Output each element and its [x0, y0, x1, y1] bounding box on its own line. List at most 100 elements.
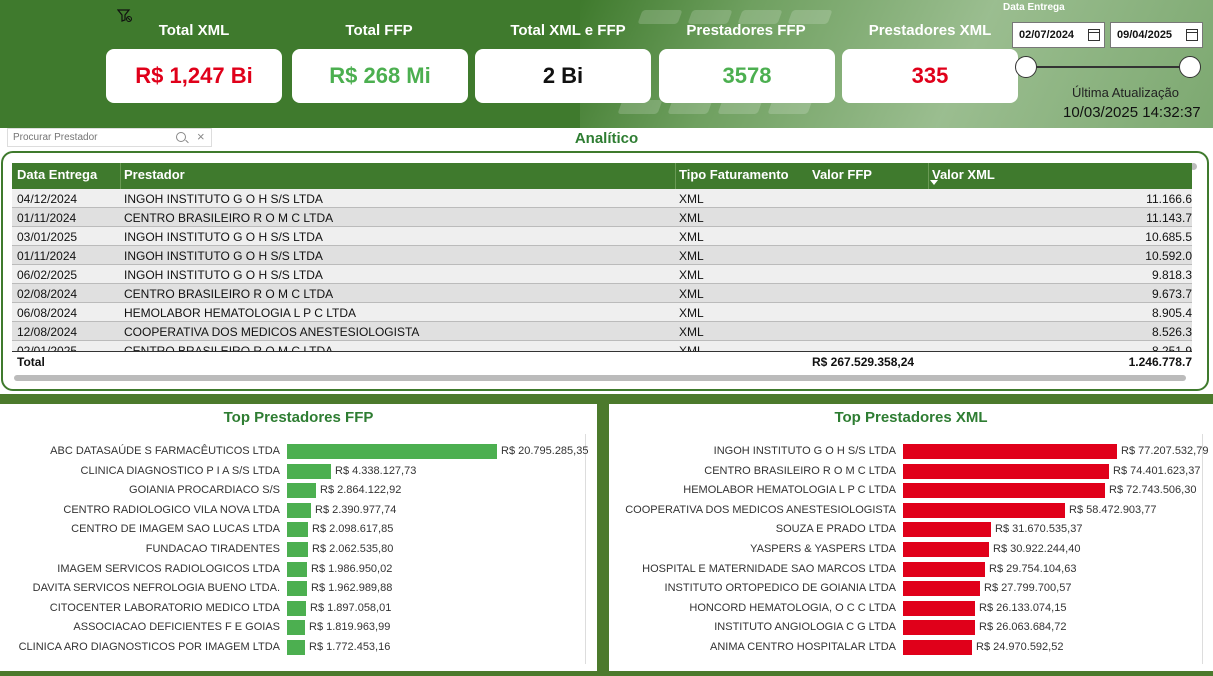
calendar-icon[interactable] [1088, 29, 1100, 41]
column-header-tipo-faturamento[interactable]: Tipo Faturamento [679, 167, 789, 182]
column-header-data-entrega[interactable]: Data Entrega [17, 167, 97, 182]
cell-prestador: INGOH INSTITUTO G O H S/S LTDA [124, 249, 323, 263]
bar-value-label: R$ 2.864.122,92 [320, 484, 402, 496]
bar-label: HONCORD HEMATOLOGIA, O C C LTDA [689, 602, 896, 614]
bar[interactable] [903, 483, 1105, 498]
search-icon[interactable] [176, 132, 186, 142]
top-prestadores-xml-chart: Top Prestadores XML INGOH INSTITUTO G O … [609, 404, 1213, 671]
bar-label: ASSOCIACAO DEFICIENTES F E GOIAS [73, 621, 280, 633]
cell-valor-xml: 8.526.3 [1151, 325, 1192, 339]
top-prestadores-ffp-chart: Top Prestadores FFP ABC DATASAÚDE S FARM… [0, 404, 597, 671]
bar[interactable] [903, 444, 1117, 459]
cell-prestador: INGOH INSTITUTO G O H S/S LTDA [124, 192, 323, 206]
table-row[interactable]: 12/08/2024 COOPERATIVA DOS MEDICOS ANESTE… [12, 322, 1192, 341]
bar[interactable] [287, 620, 305, 635]
table-row[interactable]: 06/02/2025 INGOH INSTITUTO G O H S/S LTDA… [12, 265, 1192, 284]
table-row[interactable]: 02/01/2025 CENTRO BRASILEIRO R O M C LTDA… [12, 341, 1192, 351]
kpi-prestadores-ffp-card: 3578 [659, 49, 835, 103]
bar[interactable] [287, 483, 316, 498]
cell-tipo-faturamento: XML [679, 344, 704, 351]
bar[interactable] [903, 542, 989, 557]
start-date-input[interactable]: 02/07/2024 [1012, 22, 1105, 48]
bar[interactable] [903, 464, 1109, 479]
search-input[interactable] [13, 132, 173, 143]
table-row[interactable]: 01/11/2024 INGOH INSTITUTO G O H S/S LTDA… [12, 246, 1192, 265]
cell-data-entrega: 04/12/2024 [17, 192, 78, 206]
last-update-label: Última Atualização [1072, 85, 1179, 100]
bar[interactable] [287, 562, 307, 577]
bar-value-label: R$ 1.962.989,88 [311, 582, 393, 594]
cell-data-entrega: 02/01/2025 [17, 344, 78, 351]
ffp-chart-title: Top Prestadores FFP [223, 409, 374, 426]
cell-valor-xml: 9.818.3 [1151, 268, 1192, 282]
bar-value-label: R$ 2.390.977,74 [315, 504, 397, 516]
bar-label: DAVITA SERVICOS NEFROLOGIA BUENO LTDA. [32, 582, 280, 594]
bar[interactable] [903, 562, 985, 577]
bar[interactable] [903, 522, 991, 537]
column-header-valor-ffp[interactable]: Valor FFP [812, 167, 872, 182]
cell-tipo-faturamento: XML [679, 230, 704, 244]
table-row[interactable]: 02/08/2024 CENTRO BRASILEIRO R O M C LTDA… [12, 284, 1192, 303]
bar-label: CITOCENTER LABORATORIO MEDICO LTDA [49, 602, 280, 614]
bar-value-label: R$ 1.897.058,01 [310, 602, 392, 614]
bar-value-label: R$ 29.754.104,63 [989, 563, 1077, 575]
table-body: 04/12/2024 INGOH INSTITUTO G O H S/S LTDA… [12, 189, 1192, 351]
bar-value-label: R$ 26.063.684,72 [979, 621, 1067, 633]
bar[interactable] [287, 464, 331, 479]
start-date-value: 02/07/2024 [1019, 29, 1075, 41]
cell-tipo-faturamento: XML [679, 192, 704, 206]
bar-value-label: R$ 1.819.963,99 [309, 621, 391, 633]
date-range-slider[interactable] [1026, 66, 1190, 68]
cell-data-entrega: 12/08/2024 [17, 325, 78, 339]
bar[interactable] [287, 542, 308, 557]
bar-value-label: R$ 24.970.592,52 [976, 641, 1064, 653]
bar-label: CLINICA DIAGNOSTICO P I A S/S LTDA [80, 465, 280, 477]
kpi-prestadores-ffp-label: Prestadores FFP [686, 22, 806, 39]
bar[interactable] [287, 581, 307, 596]
analytic-table: Data Entrega Prestador Tipo Faturamento … [12, 163, 1192, 369]
calendar-icon[interactable] [1186, 29, 1198, 41]
bar[interactable] [287, 640, 305, 655]
kpi-total-xml-label: Total XML [158, 22, 230, 39]
bar[interactable] [903, 601, 975, 616]
bar[interactable] [903, 640, 972, 655]
bar[interactable] [287, 522, 308, 537]
slider-start-handle[interactable] [1015, 56, 1037, 78]
ffp-chart-scrollbar[interactable] [585, 434, 586, 664]
table-row[interactable]: 04/12/2024 INGOH INSTITUTO G O H S/S LTDA… [12, 189, 1192, 208]
end-date-value: 09/04/2025 [1117, 29, 1173, 41]
xml-chart-scrollbar[interactable] [1202, 434, 1203, 664]
close-icon[interactable]: × [197, 130, 205, 144]
bar-label: INSTITUTO ORTOPEDICO DE GOIANIA LTDA [664, 582, 896, 594]
table-row[interactable]: 01/11/2024 CENTRO BRASILEIRO R O M C LTDA… [12, 208, 1192, 227]
table-row[interactable]: 06/08/2024 HEMOLABOR HEMATOLOGIA L P C LT… [12, 303, 1192, 322]
cell-tipo-faturamento: XML [679, 287, 704, 301]
horizontal-scrollbar[interactable] [14, 375, 1186, 381]
cell-prestador: INGOH INSTITUTO G O H S/S LTDA [124, 268, 323, 282]
column-header-prestador[interactable]: Prestador [124, 167, 185, 182]
cell-tipo-faturamento: XML [679, 268, 704, 282]
bar-value-label: R$ 58.472.903,77 [1069, 504, 1157, 516]
bar[interactable] [287, 503, 311, 518]
bar[interactable] [903, 581, 980, 596]
table-row[interactable]: 03/01/2025 INGOH INSTITUTO G O H S/S LTDA… [12, 227, 1192, 246]
kpi-total-ffp-card: R$ 268 Mi [292, 49, 468, 103]
cell-valor-xml: 10.592.0 [1145, 249, 1192, 263]
bar[interactable] [903, 620, 975, 635]
bar-label: CENTRO BRASILEIRO R O M C LTDA [704, 465, 896, 477]
slider-end-handle[interactable] [1179, 56, 1201, 78]
table-header: Data Entrega Prestador Tipo Faturamento … [12, 163, 1192, 189]
bar[interactable] [287, 601, 306, 616]
cell-data-entrega: 02/08/2024 [17, 287, 78, 301]
bar-label: CLINICA ARO DIAGNOSTICOS POR IMAGEM LTDA [18, 641, 280, 653]
bar-value-label: R$ 2.062.535,80 [312, 543, 394, 555]
column-header-valor-xml[interactable]: Valor XML [932, 167, 995, 182]
bar-value-label: R$ 77.207.532,79 [1121, 445, 1209, 457]
bar[interactable] [903, 503, 1065, 518]
end-date-input[interactable]: 09/04/2025 [1110, 22, 1203, 48]
search-box[interactable]: × [7, 128, 212, 147]
cell-valor-xml: 10.685.5 [1145, 230, 1192, 244]
total-label: Total [17, 355, 45, 369]
bar[interactable] [287, 444, 497, 459]
bar-value-label: R$ 74.401.623,37 [1113, 465, 1201, 477]
